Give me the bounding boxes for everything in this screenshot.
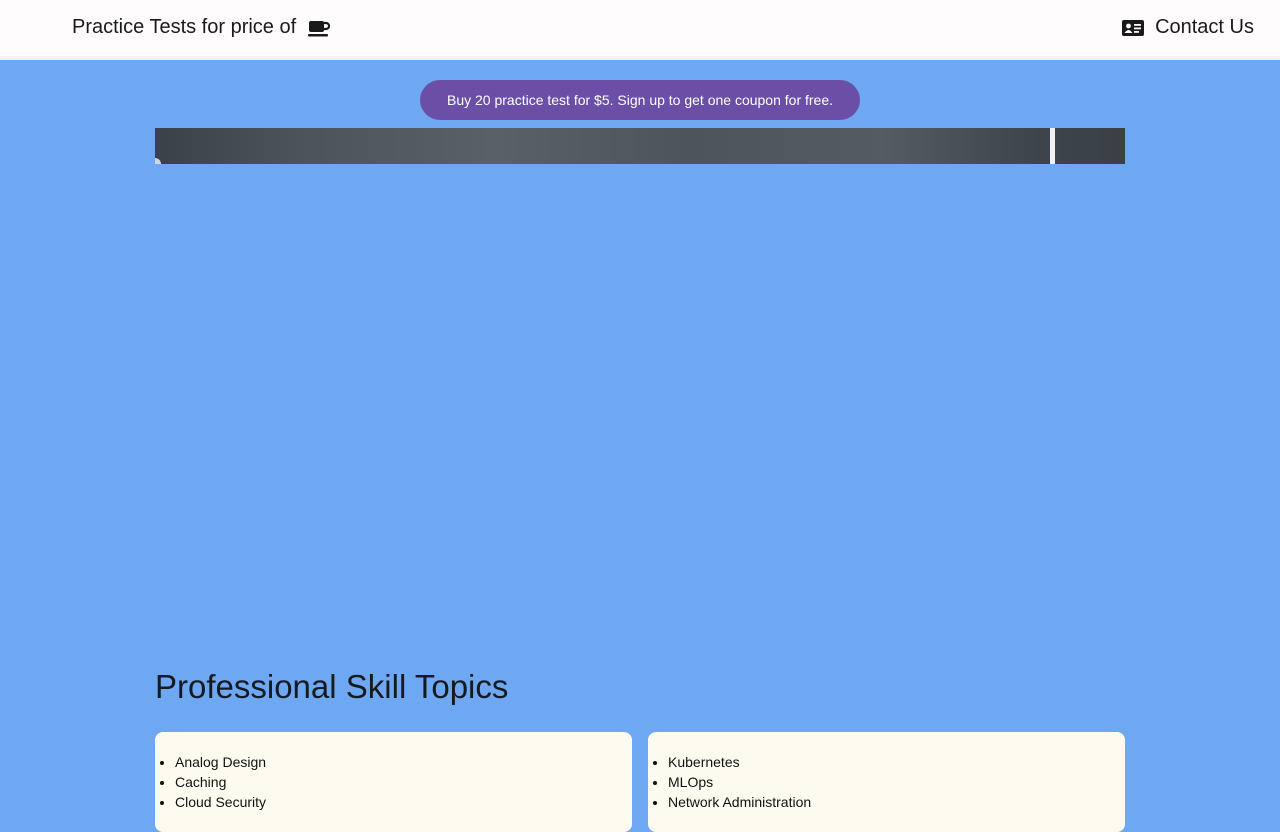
topic-item[interactable]: Kubernetes	[668, 752, 1105, 772]
topic-list-left: Analog Design Caching Cloud Security	[155, 752, 612, 812]
brand-link[interactable]: Practice Tests for price of	[72, 16, 331, 39]
hero-image-detail	[1050, 128, 1055, 164]
brand-text: Practice Tests for price of	[72, 16, 297, 38]
top-navbar: Practice Tests for price of Contact Us	[0, 0, 1280, 60]
topic-item[interactable]: MLOps	[668, 772, 1105, 792]
coffee-cup-icon	[308, 18, 331, 38]
topic-item[interactable]: Analog Design	[175, 752, 612, 772]
section-title: Professional Skill Topics	[155, 668, 509, 705]
promo-text: Buy 20 practice test for $5. Sign up to …	[446, 92, 834, 108]
address-card-icon	[1121, 18, 1145, 38]
hero-image-corner	[155, 158, 161, 164]
topic-card-left: Analog Design Caching Cloud Security	[155, 732, 632, 832]
topic-item[interactable]: Network Administration	[668, 792, 1105, 812]
topic-card-right: Kubernetes MLOps Network Administration	[648, 732, 1125, 832]
topic-item[interactable]: Cloud Security	[175, 792, 612, 812]
topic-item[interactable]: Caching	[175, 772, 612, 792]
promo-banner-button[interactable]: Buy 20 practice test for $5. Sign up to …	[420, 80, 860, 120]
contact-us-text: Contact Us	[1155, 16, 1254, 38]
topic-list-right: Kubernetes MLOps Network Administration	[648, 752, 1105, 812]
contact-us-link[interactable]: Contact Us	[1121, 16, 1254, 39]
hero-image	[155, 128, 1125, 164]
